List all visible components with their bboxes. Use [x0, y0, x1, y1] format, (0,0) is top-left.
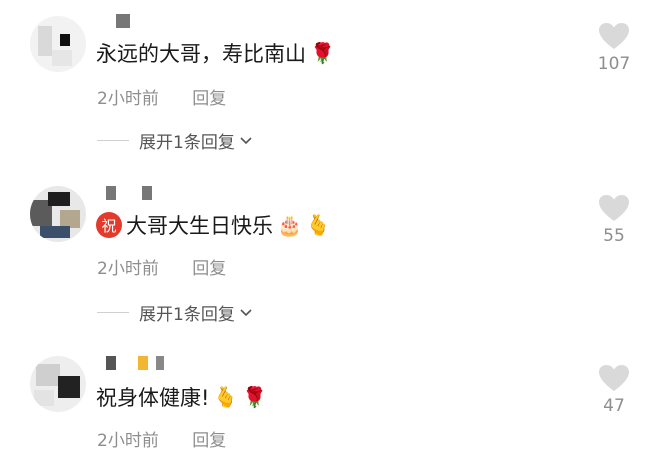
- comment-text: 祝 大哥大生日快乐 🎂 🫰: [96, 210, 331, 240]
- expand-replies-label: 展开1条回复: [139, 305, 235, 325]
- chevron-down-icon: [240, 136, 252, 144]
- like-count: 55: [603, 226, 625, 246]
- celebration-badge: 祝: [96, 212, 122, 238]
- like-count: 47: [603, 396, 625, 416]
- username-pixelated[interactable]: [98, 356, 168, 370]
- expand-replies-button[interactable]: 展开1条回复: [97, 128, 253, 153]
- divider-line: [97, 312, 129, 313]
- comment-meta: 2小时前 回复: [97, 426, 226, 451]
- reply-button[interactable]: 回复: [192, 259, 226, 279]
- heart-icon: [599, 365, 629, 391]
- expand-replies-label: 展开1条回复: [139, 133, 235, 153]
- comment-text: 祝身体健康! 🫰 🌹: [96, 385, 268, 410]
- rose-emoji-icon: 🌹: [242, 385, 268, 409]
- comment-meta: 2小时前 回复: [97, 84, 226, 109]
- reply-button[interactable]: 回复: [192, 89, 226, 109]
- comment-time: 2小时前: [97, 89, 159, 109]
- cake-emoji-icon: 🎂: [277, 213, 302, 237]
- avatar[interactable]: [30, 356, 86, 412]
- chevron-down-icon: [240, 308, 252, 316]
- like-button[interactable]: 55: [594, 194, 634, 246]
- heart-icon: [599, 195, 629, 221]
- heart-icon: [599, 23, 629, 49]
- divider-line: [97, 140, 129, 141]
- expand-replies-button[interactable]: 展开1条回复: [97, 300, 253, 325]
- reply-button[interactable]: 回复: [192, 431, 226, 451]
- comment-text: 永远的大哥，寿比南山 🌹: [96, 41, 335, 66]
- like-count: 107: [597, 54, 631, 74]
- like-button[interactable]: 107: [594, 22, 634, 74]
- comment-time: 2小时前: [97, 431, 159, 451]
- comment-time: 2小时前: [97, 259, 159, 279]
- avatar[interactable]: [30, 16, 86, 72]
- username-pixelated[interactable]: [98, 186, 168, 200]
- comment-meta: 2小时前 回复: [97, 254, 226, 279]
- avatar[interactable]: [30, 186, 86, 242]
- finger-heart-emoji-icon: 🫰: [213, 385, 239, 409]
- finger-heart-emoji-icon: 🫰: [305, 213, 331, 237]
- like-button[interactable]: 47: [594, 364, 634, 416]
- username-pixelated[interactable]: [98, 14, 168, 28]
- rose-emoji-icon: 🌹: [310, 41, 335, 65]
